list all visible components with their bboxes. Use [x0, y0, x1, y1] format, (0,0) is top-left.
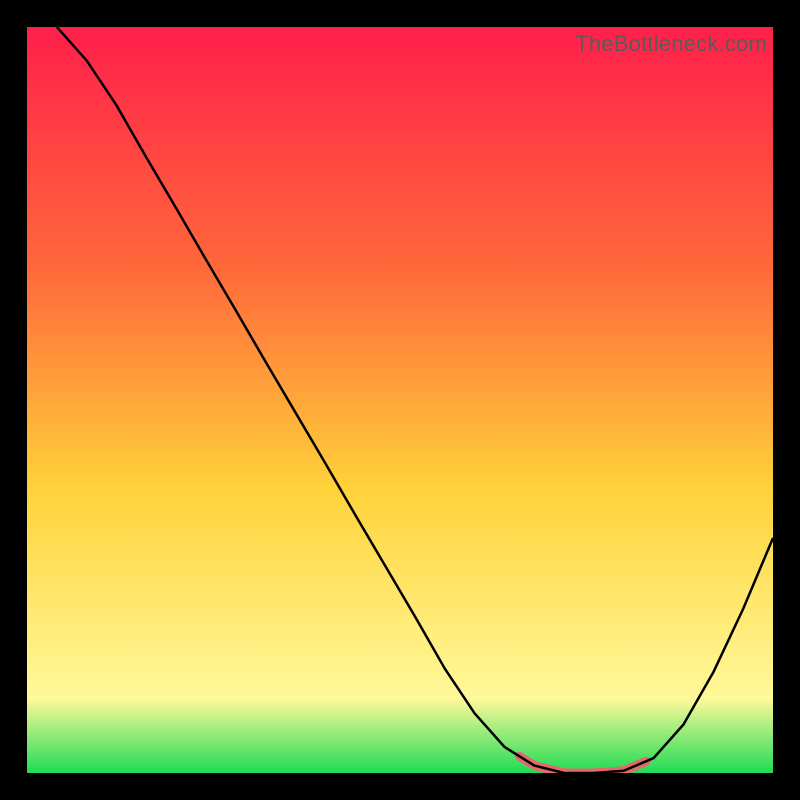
chart-frame: TheBottleneck.com [27, 27, 773, 773]
bottleneck-chart [27, 27, 773, 773]
watermark-text: TheBottleneck.com [575, 31, 767, 57]
gradient-background [27, 27, 773, 773]
